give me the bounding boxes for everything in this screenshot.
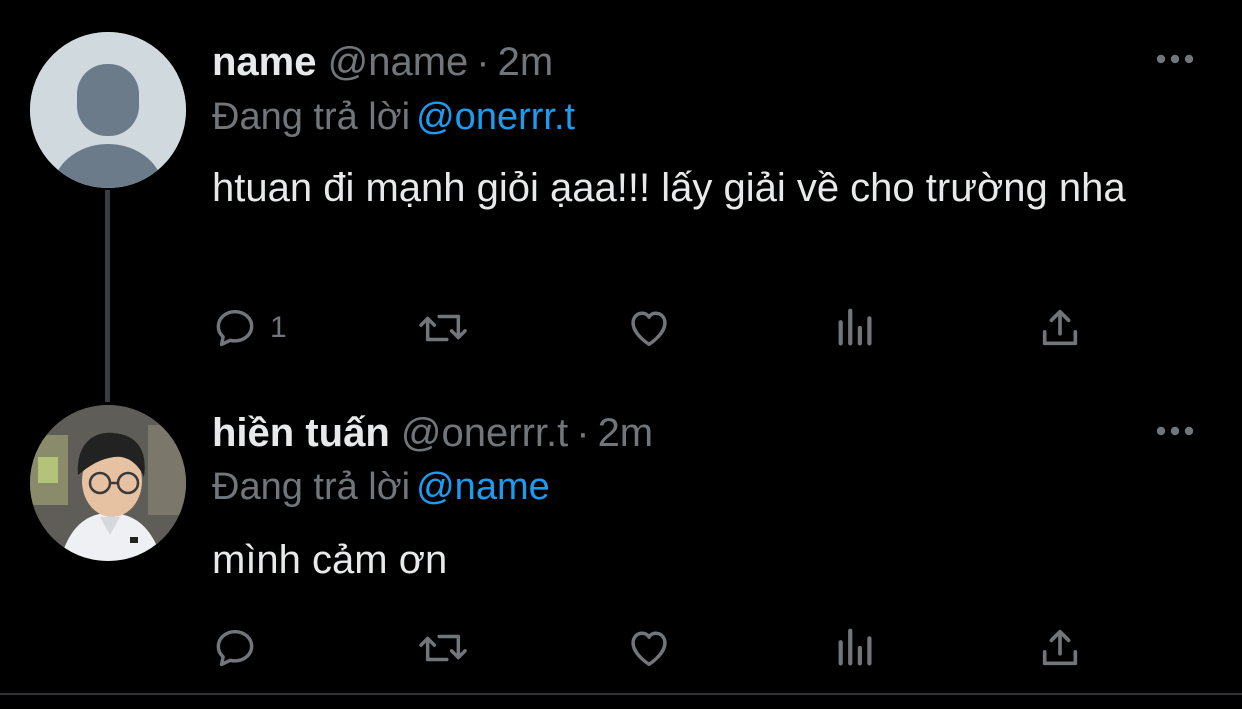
avatar[interactable] <box>30 405 186 561</box>
profile-photo <box>30 405 186 561</box>
like-icon <box>631 631 667 667</box>
reply-icon <box>216 629 254 667</box>
timestamp[interactable]: 2m <box>498 40 554 84</box>
thread-connector-line <box>105 190 110 402</box>
share-button[interactable] <box>1038 302 1082 354</box>
timestamp[interactable]: 2m <box>598 411 654 455</box>
separator-dot: · <box>576 411 590 455</box>
divider <box>0 693 1242 695</box>
separator-dot: · <box>476 40 490 84</box>
tweet-header: name @name · 2m <box>212 38 553 86</box>
mention-link[interactable]: @onerrr.t <box>416 96 575 138</box>
like-button[interactable] <box>625 622 673 674</box>
retweet-icon <box>419 314 467 342</box>
tweet-text: htuan đi mạnh giỏi ạaa!!! lấy giải về ch… <box>212 166 1126 210</box>
action-bar: 1 <box>212 302 1112 354</box>
action-bar <box>212 622 1112 674</box>
user-handle[interactable]: @onerrr.t <box>401 411 568 455</box>
reply-button[interactable]: 1 <box>212 302 287 354</box>
display-name[interactable]: hiền tuấn <box>212 411 390 455</box>
display-name[interactable]: name <box>212 40 317 84</box>
reply-button[interactable] <box>212 622 270 674</box>
replying-to: Đang trả lời @name <box>212 464 550 510</box>
default-avatar-icon <box>30 32 186 188</box>
reply-icon <box>216 309 254 347</box>
like-button[interactable] <box>625 302 673 354</box>
user-handle[interactable]: @name <box>328 40 469 84</box>
tweet[interactable]: hiền tuấn @onerrr.t · 2m Đang trả lời @name… <box>0 395 1242 693</box>
views-button[interactable] <box>834 302 878 354</box>
more-icon <box>1156 54 1194 64</box>
mention-link[interactable]: @name <box>416 466 550 508</box>
share-button[interactable] <box>1038 622 1082 674</box>
share-icon <box>1042 309 1078 346</box>
retweet-button[interactable] <box>415 302 471 354</box>
more-options-button[interactable] <box>1150 416 1200 446</box>
retweet-button[interactable] <box>415 622 471 674</box>
tweet-text: mình cảm ơn <box>212 538 448 582</box>
tweet-header: hiền tuấn @onerrr.t · 2m <box>212 409 653 457</box>
reply-count: 1 <box>270 311 287 344</box>
like-icon <box>631 311 667 347</box>
avatar[interactable] <box>30 32 186 188</box>
views-icon <box>838 628 872 666</box>
more-icon <box>1156 426 1194 436</box>
retweet-icon <box>419 634 467 662</box>
more-options-button[interactable] <box>1150 44 1200 74</box>
replying-to-label: Đang trả lời <box>212 96 411 138</box>
share-icon <box>1042 629 1078 666</box>
replying-to: Đang trả lời @onerrr.t <box>212 94 575 140</box>
views-button[interactable] <box>834 622 878 674</box>
replying-to-label: Đang trả lời <box>212 466 411 508</box>
tweet[interactable]: name @name · 2m Đang trả lời @onerrr.t htua… <box>0 0 1242 402</box>
views-icon <box>838 308 872 346</box>
